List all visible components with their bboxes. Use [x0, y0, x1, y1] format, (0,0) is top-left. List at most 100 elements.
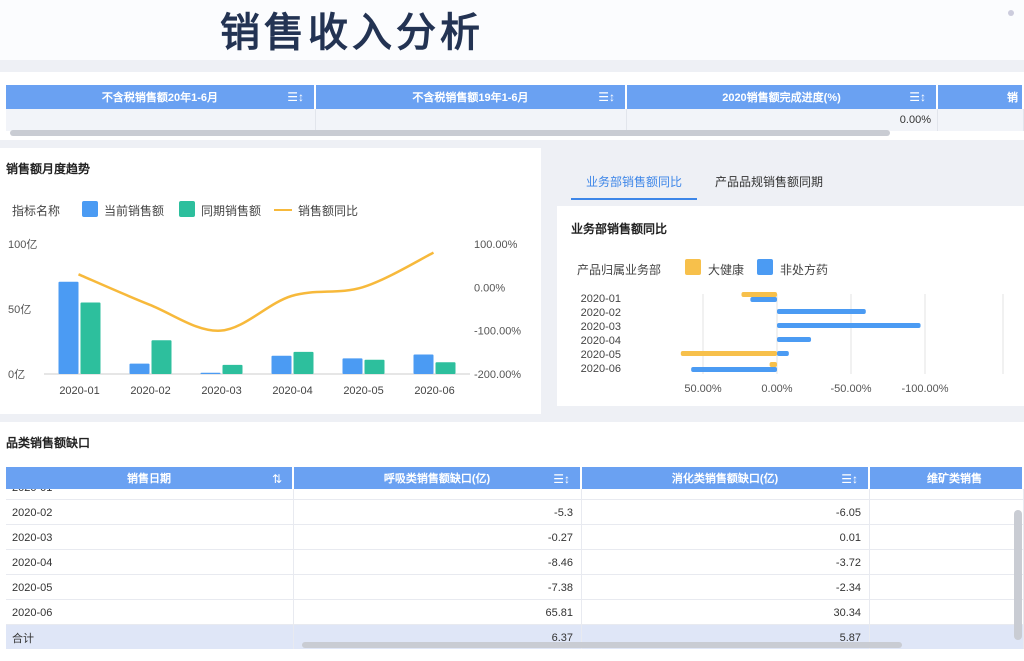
dept-tabs-bar: 业务部销售额同比 产品品规销售额同期	[557, 160, 1024, 200]
sort-icon[interactable]: ☰↕	[909, 90, 926, 104]
cell-vitamin	[870, 489, 1024, 500]
cell-respiratory: -5.3	[294, 500, 582, 525]
cell-digestive: -3.72	[582, 550, 870, 575]
bar-otc	[691, 367, 777, 372]
bar-otc	[777, 309, 866, 314]
bar-otc	[750, 297, 777, 302]
gap-hscrollbar[interactable]	[302, 642, 902, 648]
header-handle[interactable]	[1008, 10, 1014, 16]
cell-vitamin	[870, 575, 1024, 600]
gap-col-header-vitamin[interactable]: 维矿类销售	[870, 467, 1024, 489]
gap-col-header-digestive[interactable]: 消化类销售额缺口(亿) ☰↕	[582, 467, 870, 489]
table-row[interactable]: 2020-03 -0.27 0.01	[6, 525, 1024, 550]
y-tick-label: 2020-05	[581, 349, 621, 361]
bar-previous	[435, 362, 456, 374]
kpi-col-header-1[interactable]: 不含税销售额20年1-6月 ☰↕	[6, 85, 316, 109]
cell-date: 2020-06	[6, 600, 294, 625]
bar-previous	[293, 351, 314, 374]
kpi-col-header-2[interactable]: 不含税销售额19年1-6月 ☰↕	[316, 85, 627, 109]
cell-digestive	[582, 489, 870, 500]
x-tick-label: -100.00%	[901, 383, 948, 395]
cell-date: 2020-04	[6, 550, 294, 575]
tab-product-spec[interactable]: 产品品规销售额同期	[715, 173, 823, 190]
gap-table-header: 销售日期 ⇅ 呼吸类销售额缺口(亿) ☰↕ 消化类销售额缺口(亿) ☰↕ 维矿类…	[6, 467, 1024, 489]
x-tick-label: 0.00%	[761, 383, 792, 395]
cell-digestive: -6.05	[582, 500, 870, 525]
kpi-col-label: 不含税销售额20年1-6月	[101, 92, 219, 104]
cell-date: 2020-05	[6, 575, 294, 600]
cell-date: 2020-03	[6, 525, 294, 550]
dept-chart-panel: 业务部销售额同比 产品归属业务部 大健康 非处方药 50.00% 0.00% -50…	[557, 206, 1024, 406]
x-tick-label: 50.00%	[684, 383, 722, 395]
bar-previous	[364, 359, 385, 374]
cell-digestive: 0.01	[582, 525, 870, 550]
cell-vitamin	[870, 500, 1024, 525]
bar-current	[58, 281, 79, 374]
tab-dept-yoy[interactable]: 业务部销售额同比	[586, 173, 682, 190]
gap-col-header-respiratory[interactable]: 呼吸类销售额缺口(亿) ☰↕	[294, 467, 582, 489]
kpi-hscrollbar[interactable]	[10, 130, 890, 136]
y-right-tick-label: -200.00%	[474, 369, 521, 381]
y-tick-label: 2020-02	[581, 307, 621, 319]
kpi-table: 不含税销售额20年1-6月 ☰↕ 不含税销售额19年1-6月 ☰↕ 2020销售…	[0, 72, 1024, 140]
sort-icon[interactable]: ☰↕	[287, 90, 304, 104]
bar-health	[680, 351, 777, 356]
filter-sort-icon[interactable]: ⇅	[272, 472, 282, 486]
cell-respiratory: -8.46	[294, 550, 582, 575]
cell-vitamin	[870, 550, 1024, 575]
x-tick-label: 2020-02	[130, 385, 170, 397]
cell-date: 2020-01	[6, 489, 294, 500]
yoy-line	[78, 251, 435, 332]
bar-current	[129, 363, 150, 374]
sort-icon[interactable]: ☰↕	[841, 472, 858, 486]
kpi-value	[316, 109, 627, 131]
y-right-tick-label: -100.00%	[474, 326, 521, 338]
cell-digestive: -2.34	[582, 575, 870, 600]
gap-col-label: 销售日期	[127, 473, 171, 485]
bar-health	[769, 362, 777, 367]
bar-previous	[222, 364, 243, 374]
cell-respiratory: -0.27	[294, 525, 582, 550]
sort-icon[interactable]: ☰↕	[553, 472, 570, 486]
gap-table-body: 2020-01 2020-02 -5.3 -6.05 2020-03 -0.27…	[6, 489, 1024, 649]
tab-active-indicator	[571, 198, 697, 200]
table-row[interactable]: 2020-06 65.81 30.34	[6, 600, 1024, 625]
kpi-value: 0.00%	[627, 109, 938, 131]
bar-previous	[151, 340, 172, 374]
y-tick-label: 2020-01	[581, 293, 621, 305]
x-tick-label: -50.00%	[831, 383, 872, 395]
gap-col-label: 维矿类销售	[927, 473, 982, 485]
cell-date: 2020-02	[6, 500, 294, 525]
bar-otc	[777, 337, 812, 342]
y-left-tick-label: 0亿	[8, 368, 25, 381]
table-row[interactable]: 2020-05 -7.38 -2.34	[6, 575, 1024, 600]
cell-respiratory: 65.81	[294, 600, 582, 625]
kpi-col-header-4[interactable]: 销	[938, 85, 1024, 109]
kpi-col-label: 不含税销售额19年1-6月	[412, 92, 529, 104]
kpi-col-label: 2020销售额完成进度(%)	[722, 92, 841, 104]
x-tick-label: 2020-01	[59, 385, 99, 397]
dept-yoy-chart: 50.00% 0.00% -50.00% -100.00% 2020-01 2020-02…	[581, 292, 1004, 395]
bar-previous	[80, 302, 101, 374]
gap-vscrollbar[interactable]	[1014, 510, 1022, 640]
bar-current	[342, 358, 363, 374]
bar-otc	[777, 323, 921, 328]
bar-current	[271, 355, 292, 374]
monthly-trend-panel: 销售额月度趋势 指标名称 当前销售额 同期销售额 销售额同比 100亿 50亿 0亿…	[0, 148, 541, 414]
gap-col-label: 呼吸类销售额缺口(亿)	[383, 473, 491, 485]
y-right-tick-label: 0.00%	[474, 282, 505, 294]
table-row[interactable]: 2020-01	[6, 489, 1024, 500]
table-row[interactable]: 2020-04 -8.46 -3.72	[6, 550, 1024, 575]
cell-respiratory: -7.38	[294, 575, 582, 600]
kpi-col-header-3[interactable]: 2020销售额完成进度(%) ☰↕	[627, 85, 938, 109]
x-tick-label: 2020-05	[343, 385, 383, 397]
sort-icon[interactable]: ☰↕	[598, 90, 615, 104]
kpi-value	[938, 109, 1024, 131]
table-row[interactable]: 2020-02 -5.3 -6.05	[6, 500, 1024, 525]
y-left-tick-label: 100亿	[8, 238, 37, 251]
x-tick-label: 2020-04	[272, 385, 312, 397]
gap-table-title: 品类销售额缺口	[6, 436, 91, 450]
gap-col-header-date[interactable]: 销售日期 ⇅	[6, 467, 294, 489]
cell-respiratory	[294, 489, 582, 500]
gap-col-label: 消化类销售额缺口(亿)	[671, 473, 779, 485]
